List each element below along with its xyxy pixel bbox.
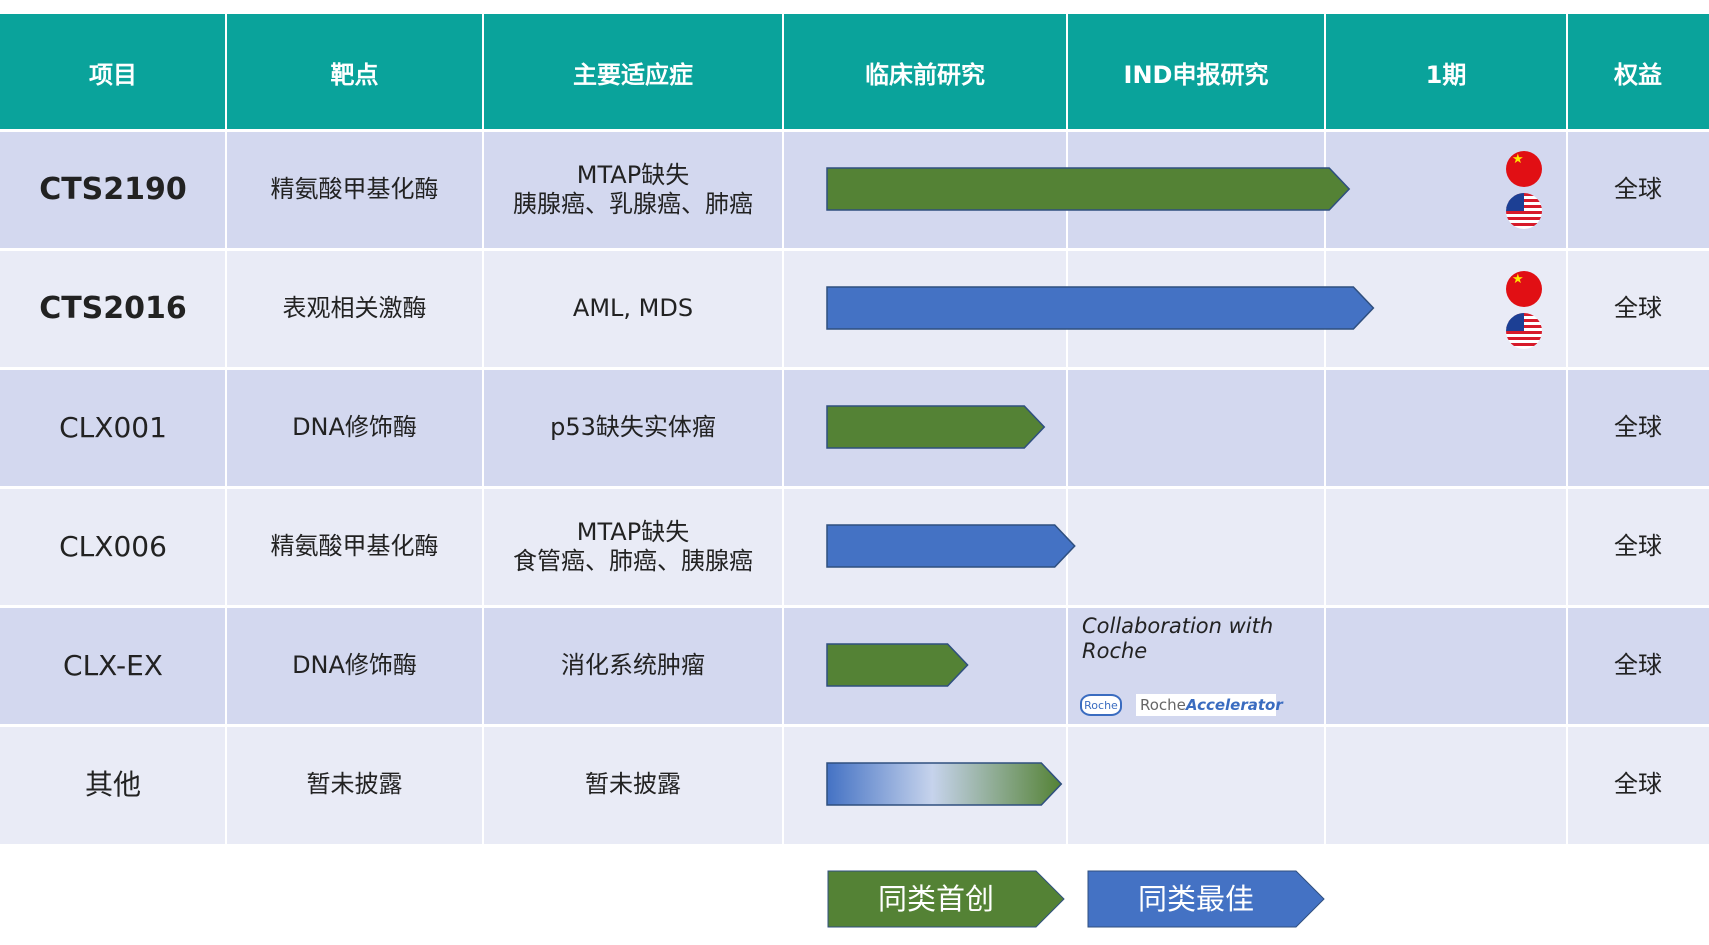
progress-arrow [826,167,1351,211]
progress-arrow [826,643,969,687]
progress-arrow [826,286,1375,330]
pipeline-table: 项目 靶点 主要适应症 临床前研究 IND申报研究 1期 权益 CTS2190 … [0,0,1709,945]
progress-arrow [826,524,1076,568]
legend-label: 同类首创 [878,882,994,916]
progress-bars: 同类首创 同类最佳 [826,167,1375,928]
legend-label: 同类最佳 [1138,882,1254,916]
progress-arrow [826,762,1063,806]
progress-arrow [826,405,1046,449]
